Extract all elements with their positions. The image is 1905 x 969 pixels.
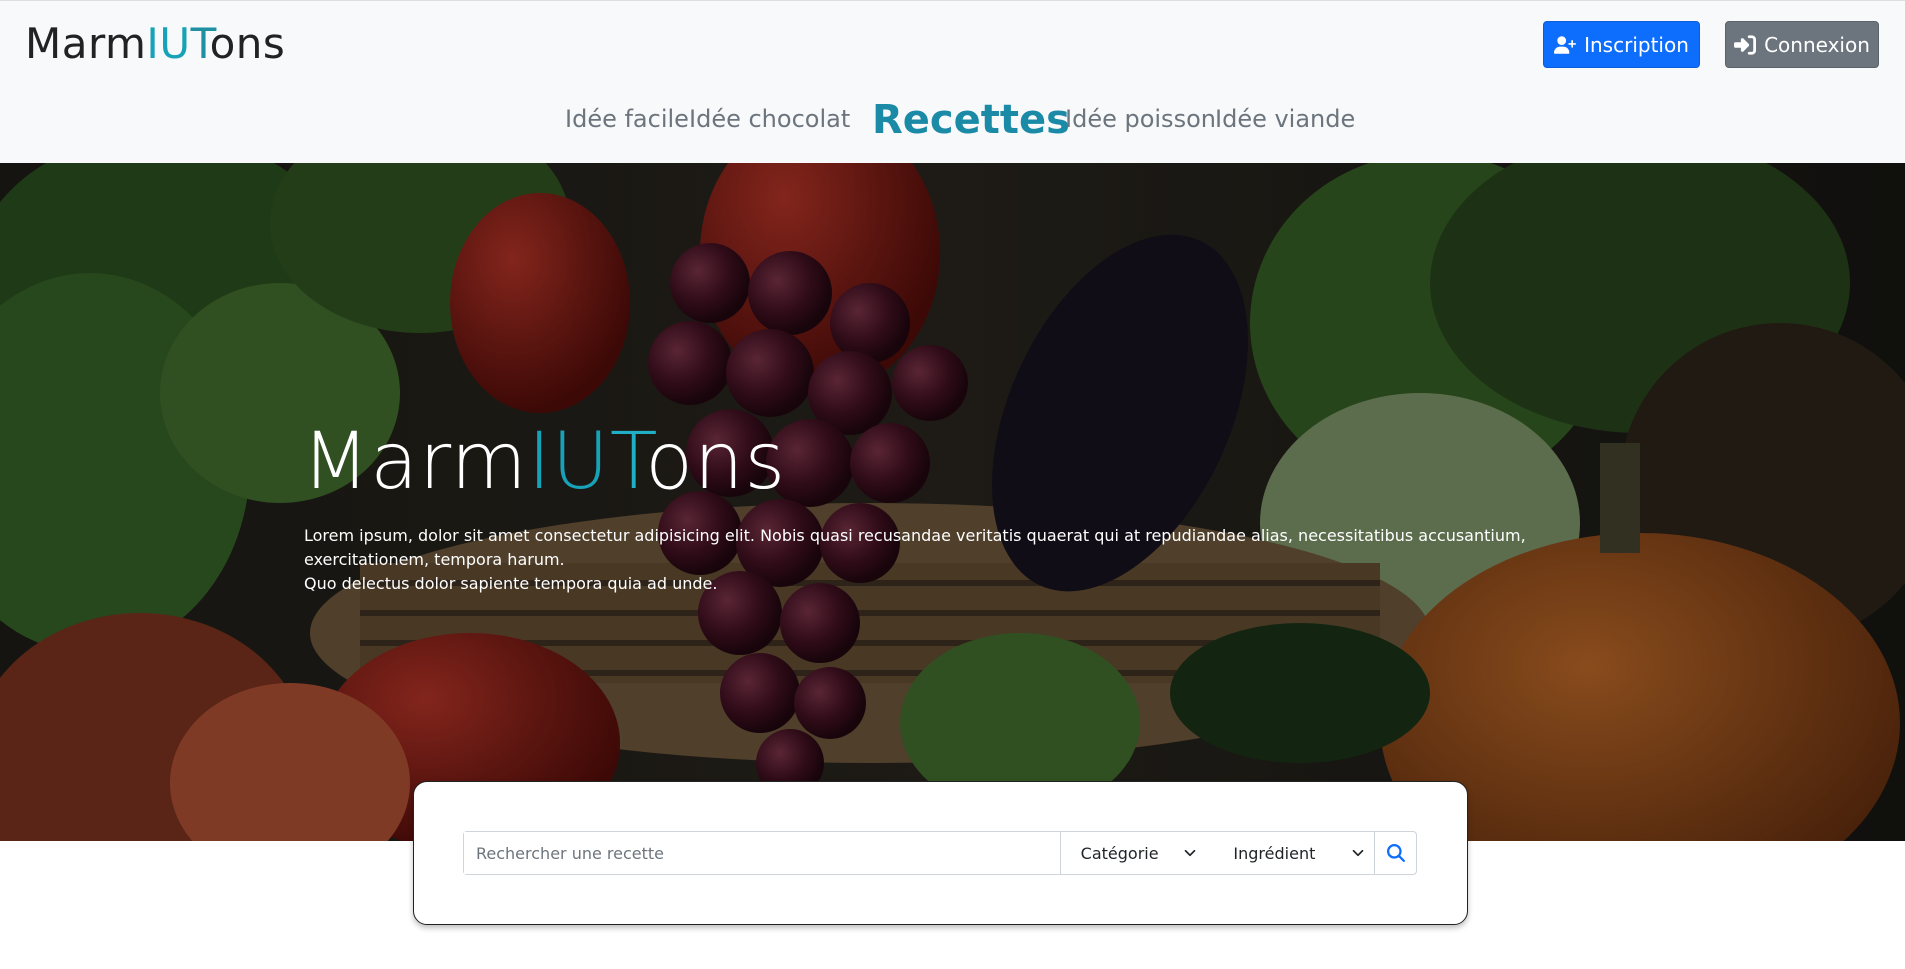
- login-button[interactable]: Connexion: [1725, 21, 1879, 68]
- search-card: Catégorie Ingrédient: [413, 781, 1468, 925]
- hero-banner: MarmIUTons Lorem ipsum, dolor sit amet c…: [0, 163, 1905, 841]
- chevron-down-icon: [1185, 849, 1196, 857]
- sign-in-icon: [1734, 34, 1757, 55]
- hero-overlay: [0, 163, 1905, 841]
- hero-title-accent: I: [527, 417, 552, 507]
- brand-accent: U: [159, 19, 191, 68]
- ingredient-select[interactable]: Ingrédient: [1210, 832, 1374, 874]
- hero-title: MarmIUTons: [302, 423, 786, 501]
- chevron-down-icon: [1352, 849, 1364, 857]
- hero-title-accent: T: [609, 417, 646, 507]
- search-icon: [1386, 844, 1405, 862]
- ingredient-selected-value: Ingrédient: [1233, 843, 1316, 863]
- hero-text-line: Lorem ipsum, dolor sit amet consectetur …: [304, 526, 1526, 569]
- signup-button[interactable]: Inscription: [1543, 21, 1700, 68]
- user-plus-icon: [1554, 35, 1577, 54]
- hero-title-accent: U: [551, 417, 610, 507]
- site-header: MarmIUTons Inscription Connexion Idée fa…: [0, 0, 1905, 163]
- hero-title-part: ons: [645, 417, 787, 507]
- category-selected-value: Catégorie: [1080, 843, 1159, 863]
- main-nav: Idée facile Idée chocolat Recettes Idée …: [0, 97, 1905, 145]
- brand-accent: T: [190, 19, 210, 68]
- category-select[interactable]: Catégorie: [1061, 832, 1211, 874]
- signup-label: Inscription: [1584, 32, 1689, 57]
- brand-part: Marm: [25, 19, 147, 68]
- search-input[interactable]: [464, 832, 1061, 874]
- brand-logo[interactable]: MarmIUTons: [25, 19, 285, 68]
- hero-text-line: Quo delectus dolor sapiente tempora quia…: [304, 574, 718, 593]
- nav-link-idee-chocolat[interactable]: Idée chocolat: [689, 105, 850, 133]
- nav-link-idee-facile[interactable]: Idée facile: [565, 105, 689, 133]
- hero-description: Lorem ipsum, dolor sit amet consectetur …: [304, 524, 1624, 596]
- nav-link-idee-viande[interactable]: Idée viande: [1215, 105, 1355, 133]
- brand-part: ons: [209, 19, 286, 68]
- hero-title-part: Marm: [302, 417, 528, 507]
- nav-link-recettes[interactable]: Recettes: [872, 97, 1070, 143]
- brand-accent: I: [146, 19, 160, 68]
- search-bar: Catégorie Ingrédient: [463, 831, 1417, 875]
- login-label: Connexion: [1764, 32, 1870, 57]
- search-button[interactable]: [1374, 832, 1416, 874]
- nav-link-idee-poisson[interactable]: Idée poisson: [1065, 105, 1216, 133]
